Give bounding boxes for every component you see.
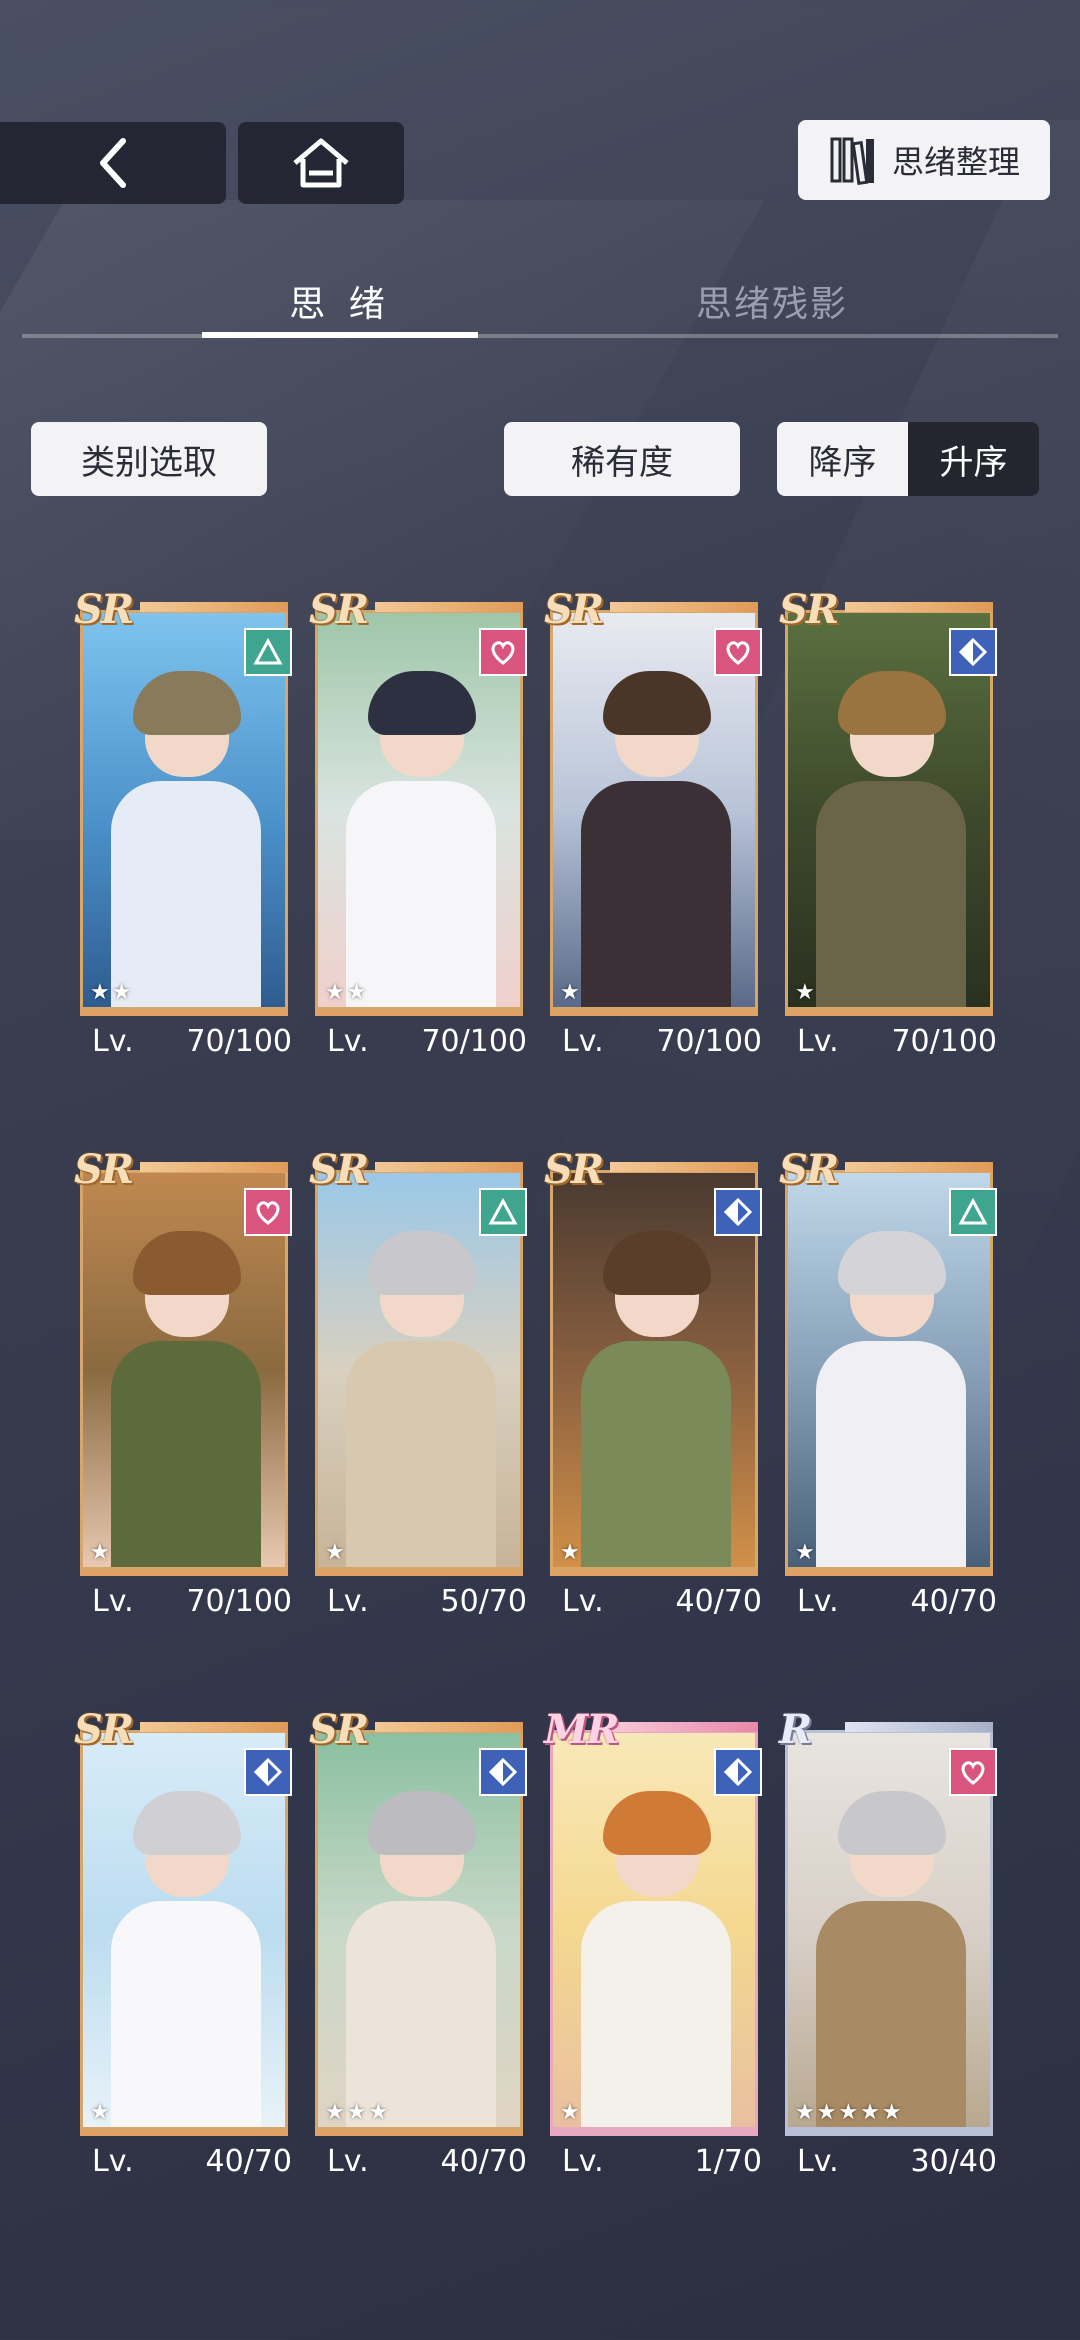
card[interactable]: SR ★ Lv. 70/100 [544,586,762,1074]
level-value: 40/70 [205,2144,292,2179]
rarity-badge: SR [779,586,839,633]
star-rating: ★ [795,1540,817,1565]
star-rating: ★ [325,1540,347,1565]
card[interactable]: SR ★ Lv. 70/100 [74,1146,292,1634]
star-rating: ★★ [90,980,134,1005]
star-rating: ★ [795,980,817,1005]
heart-icon [479,628,527,676]
rarity-badge: SR [74,1706,134,1753]
star-rating: ★★ [325,980,369,1005]
rarity-badge: SR [544,1146,604,1193]
level-value: 70/100 [421,1024,527,1059]
level-label: Lv. [562,1584,604,1619]
heart-icon [714,628,762,676]
card[interactable]: SR ★ Lv. 40/70 [74,1706,292,2194]
card[interactable]: R ★★★★★ Lv. 30/40 [779,1706,997,2194]
level-label: Lv. [327,1584,369,1619]
level-label: Lv. [327,1024,369,1059]
level-label: Lv. [92,1584,134,1619]
star-rating: ★ [90,2100,112,2125]
rarity-badge: SR [74,1146,134,1193]
level-label: Lv. [797,1024,839,1059]
diamond-icon [949,628,997,676]
star-rating: ★ [560,1540,582,1565]
triangle-icon [949,1188,997,1236]
rarity-badge: SR [309,586,369,633]
star-rating: ★ [90,1540,112,1565]
card[interactable]: SR ★ Lv. 40/70 [779,1146,997,1634]
star-rating: ★ [560,2100,582,2125]
card[interactable]: SR ★ Lv. 40/70 [544,1146,762,1634]
level-value: 40/70 [675,1584,762,1619]
triangle-icon [244,628,292,676]
diamond-icon [714,1748,762,1796]
level-value: 70/100 [186,1584,292,1619]
level-label: Lv. [327,2144,369,2179]
diamond-icon [714,1188,762,1236]
diamond-icon [244,1748,292,1796]
rarity-badge: SR [74,586,134,633]
level-label: Lv. [562,1024,604,1059]
level-value: 50/70 [440,1584,527,1619]
card[interactable]: SR ★ Lv. 50/70 [309,1146,527,1634]
level-label: Lv. [92,2144,134,2179]
level-value: 70/100 [891,1024,997,1059]
level-value: 70/100 [656,1024,762,1059]
card[interactable]: SR ★ Lv. 70/100 [779,586,997,1074]
heart-icon [244,1188,292,1236]
rarity-badge: MR [544,1706,620,1753]
level-value: 1/70 [694,2144,762,2179]
card-grid: SR ★★ Lv. 70/100 SR ★★ Lv. 70/100 SR ★ L… [0,0,1080,2340]
rarity-badge: R [779,1706,812,1753]
level-label: Lv. [562,2144,604,2179]
rarity-badge: SR [779,1146,839,1193]
level-label: Lv. [797,2144,839,2179]
star-rating: ★★★ [325,2100,391,2125]
level-value: 30/40 [910,2144,997,2179]
level-value: 40/70 [440,2144,527,2179]
triangle-icon [479,1188,527,1236]
level-label: Lv. [92,1024,134,1059]
card[interactable]: SR ★★★ Lv. 40/70 [309,1706,527,2194]
card[interactable]: SR ★★ Lv. 70/100 [309,586,527,1074]
rarity-badge: SR [309,1706,369,1753]
diamond-icon [479,1748,527,1796]
card[interactable]: MR ★ Lv. 1/70 [544,1706,762,2194]
star-rating: ★ [560,980,582,1005]
level-label: Lv. [797,1584,839,1619]
star-rating: ★★★★★ [795,2100,904,2125]
heart-icon [949,1748,997,1796]
card[interactable]: SR ★★ Lv. 70/100 [74,586,292,1074]
rarity-badge: SR [544,586,604,633]
level-value: 40/70 [910,1584,997,1619]
level-value: 70/100 [186,1024,292,1059]
rarity-badge: SR [309,1146,369,1193]
